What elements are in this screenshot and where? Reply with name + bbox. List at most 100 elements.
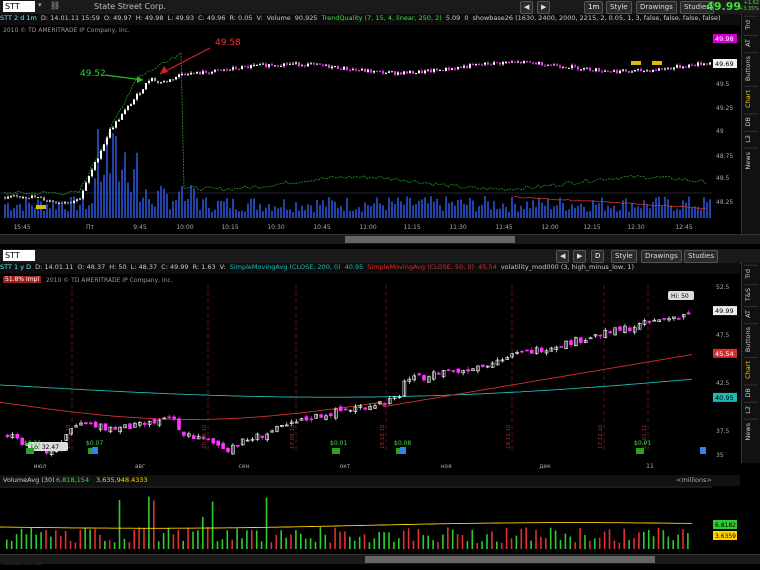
side-tab-buttons[interactable]: Buttons <box>744 322 758 355</box>
candle-body <box>145 83 147 90</box>
volume-bar <box>10 540 13 549</box>
candle-body <box>236 445 240 447</box>
time-axis-label: 12:00 <box>541 224 558 231</box>
volume-bar <box>448 203 450 218</box>
volume-bar <box>310 205 312 218</box>
candle-body <box>28 197 30 199</box>
volume-avg-label: 3.6359 <box>715 533 736 540</box>
candle-body <box>577 66 579 70</box>
volume-bar <box>270 542 273 549</box>
volume-bar <box>28 202 30 218</box>
intraday-scrollbar[interactable] <box>0 234 760 244</box>
candle-body <box>309 418 314 421</box>
volume-bar <box>275 534 278 549</box>
volume-bar <box>76 210 78 218</box>
volume-bar <box>623 528 625 549</box>
volume-bar <box>490 209 492 218</box>
volume-bar <box>259 204 261 218</box>
volume-bar <box>43 210 45 218</box>
volume-bar <box>417 529 420 549</box>
volume-bar <box>84 527 86 549</box>
volume-bar <box>69 540 72 549</box>
volume-bar <box>553 206 555 218</box>
volume-bar <box>167 527 170 549</box>
volume-bar <box>202 516 204 549</box>
volume-bar <box>197 530 199 549</box>
candle-body <box>202 71 204 75</box>
side-tab-buttons[interactable]: Buttons <box>744 51 758 84</box>
volume-bar <box>123 538 126 549</box>
side-tab-news[interactable]: News <box>744 147 758 173</box>
volume-bar <box>52 201 54 218</box>
candle-body <box>334 66 336 68</box>
side-tab-trd[interactable]: Trd <box>744 16 758 33</box>
candle-body <box>109 129 111 138</box>
volume-bar <box>70 196 72 218</box>
signal-marker <box>36 205 46 209</box>
volume-bar <box>4 204 6 218</box>
volume-bar <box>535 530 537 549</box>
candle-body <box>706 63 708 65</box>
volume-bar <box>169 209 171 218</box>
volume-bar <box>295 530 297 549</box>
candle-body <box>260 435 265 438</box>
candle-body <box>466 65 468 68</box>
volume-bar <box>436 198 438 218</box>
volume-bar <box>481 541 483 549</box>
candle-body <box>436 372 441 375</box>
volume-bar <box>160 185 162 218</box>
scroll-thumb[interactable] <box>345 236 515 243</box>
side-tab-at[interactable]: AT <box>744 34 758 50</box>
side-tab-trd[interactable]: Trd <box>744 265 758 282</box>
volume-bar <box>277 208 279 218</box>
volume-bar <box>540 536 542 549</box>
candle-body <box>646 70 648 72</box>
volume-bar <box>670 205 672 218</box>
side-tab-chart[interactable]: Chart <box>744 356 758 382</box>
candle-body <box>184 74 186 76</box>
candle-body <box>608 331 613 334</box>
time-axis-label: 15:45 <box>13 224 30 231</box>
side-tab-at[interactable]: AT <box>744 305 758 321</box>
volume-bar <box>394 204 396 218</box>
volume-bar <box>397 197 399 218</box>
candle-body <box>361 68 363 71</box>
side-tab-news[interactable]: News <box>744 419 758 444</box>
candle-body <box>294 421 299 424</box>
candle-body <box>640 69 642 72</box>
candle-body <box>151 78 153 82</box>
candle-body <box>226 69 228 71</box>
volume-bar <box>319 204 321 218</box>
daily-price-chart[interactable]: 52.547.542.537.53532.549.9945.5440.9517.… <box>0 249 740 570</box>
candle-body <box>103 423 108 431</box>
side-tab-db[interactable]: DB <box>744 383 758 401</box>
side-tab-l[interactable]: L2 <box>744 402 758 418</box>
side-tab-ts[interactable]: T&S <box>744 283 758 304</box>
side-tab-db[interactable]: DB <box>744 112 758 130</box>
volume-bar <box>91 203 93 218</box>
volume-bar <box>7 203 9 218</box>
scroll-thumb[interactable] <box>365 556 655 563</box>
candle-body <box>346 66 348 70</box>
volume-bar <box>346 197 348 218</box>
daily-scrollbar[interactable] <box>0 554 760 564</box>
volume-bar <box>88 205 90 218</box>
volume-bar <box>211 501 214 549</box>
candle-body <box>686 312 691 315</box>
volume-bar <box>406 196 408 218</box>
volume-bar <box>649 208 651 218</box>
intraday-price-chart[interactable]: 49.5 49.25 49 48.75 48.5 48.25 49.98 49.69 15:45… <box>0 0 740 248</box>
volume-bar <box>121 169 123 218</box>
candle-body <box>169 79 171 82</box>
volume-bar <box>22 210 24 218</box>
volume-bar <box>538 197 540 218</box>
volume-bar <box>214 209 216 218</box>
side-tab-l[interactable]: L2 <box>744 131 758 146</box>
month-axis-label: июл <box>34 463 47 470</box>
volume-bar <box>309 538 312 549</box>
volume-bar <box>205 197 207 218</box>
candle-body <box>13 195 15 197</box>
side-tab-chart[interactable]: Chart <box>744 85 758 111</box>
volume-bar <box>643 531 645 549</box>
volume-bar <box>478 206 480 218</box>
